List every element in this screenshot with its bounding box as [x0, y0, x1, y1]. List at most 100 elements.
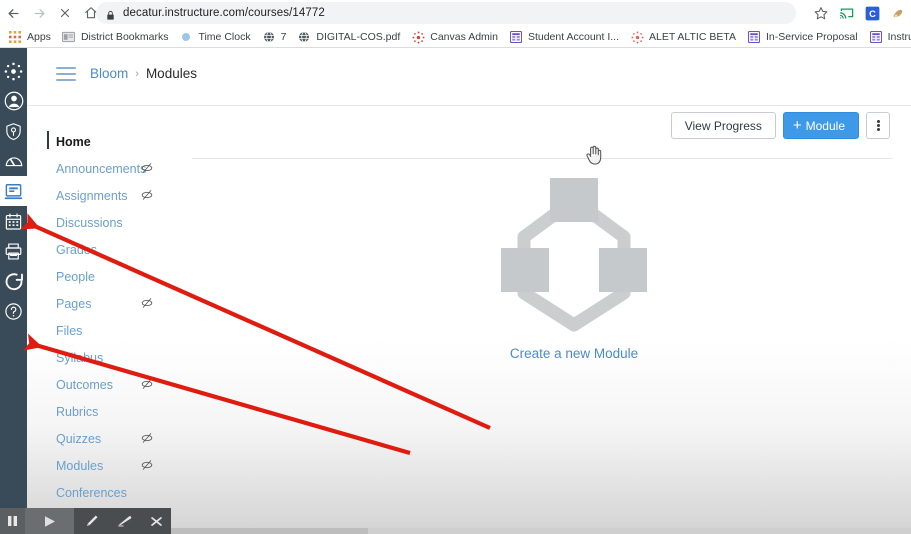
course-nav-item-people[interactable]: People [27, 263, 187, 290]
hidden-eye-slash-icon [140, 296, 154, 310]
bookmark-label: DIGITAL-COS.pdf [316, 31, 401, 43]
canvas-extension-icon[interactable]: C [864, 5, 881, 22]
course-nav-item-grades[interactable]: Grades [27, 236, 187, 263]
bookmark-in-service-proposal[interactable]: In-Service Proposal [743, 27, 865, 47]
play-button[interactable] [25, 508, 74, 534]
lock-icon [105, 8, 116, 20]
hamburger-menu-icon[interactable] [56, 67, 76, 81]
breadcrumb-separator: › [135, 67, 139, 80]
course-nav-item-rubrics[interactable]: Rubrics [27, 398, 187, 425]
create-module-empty-state[interactable]: Create a new Module [469, 175, 679, 361]
hand-pointer-cursor [585, 145, 602, 165]
course-nav-label: Announcements [56, 161, 147, 176]
svg-text:C: C [869, 8, 876, 18]
url-text: decatur.instructure.com/courses/14772 [123, 7, 325, 19]
globe-icon [297, 30, 311, 44]
course-nav-label: Home [56, 134, 91, 149]
forward-arrow-icon[interactable] [26, 0, 52, 26]
address-bar[interactable]: decatur.instructure.com/courses/14772 [96, 2, 796, 24]
bookmark-canvas-admin[interactable]: Canvas Admin [407, 27, 505, 47]
cast-icon[interactable] [838, 5, 855, 22]
hidden-eye-slash-icon [140, 188, 154, 202]
global-nav-help-question-icon[interactable] [0, 296, 27, 326]
blue-dot-icon [179, 30, 193, 44]
global-nav-inbox-icon[interactable] [0, 236, 27, 266]
apps-grid-icon [8, 30, 22, 44]
course-nav-label: People [56, 269, 95, 284]
course-nav-item-modules[interactable]: Modules [27, 452, 187, 479]
breadcrumb-current-page: Modules [145, 66, 197, 81]
add-module-button[interactable]: + Module [782, 112, 859, 139]
globe-icon [262, 30, 276, 44]
course-nav-label: Files [56, 323, 83, 338]
global-nav-calendar-icon[interactable] [0, 206, 27, 236]
bookmark-label: ALET ALTIC BETA [649, 31, 736, 43]
omnibox-right-icons: C [812, 2, 907, 24]
bookmark-label: Canvas Admin [430, 31, 498, 43]
bookmark-time-clock[interactable]: Time Clock [175, 27, 257, 47]
course-nav-label: Modules [56, 458, 104, 473]
course-nav-label: Rubrics [56, 404, 99, 419]
create-module-label[interactable]: Create a new Module [469, 346, 679, 361]
highlighter-button[interactable] [108, 508, 142, 534]
bookmark-7[interactable]: 7 [258, 27, 294, 47]
course-nav-label: Pages [56, 296, 92, 311]
bookmark-alet-altic-beta[interactable]: ALET ALTIC BETA [626, 27, 743, 47]
bookmark-apps[interactable]: Apps [4, 27, 58, 47]
bookmarks-bar: Apps District Bookmarks Time Clock 7 DIG [0, 26, 911, 48]
course-nav-item-assignments[interactable]: Assignments [27, 182, 187, 209]
bookmark-label: District Bookmarks [80, 31, 169, 43]
canvas-logo-icon [411, 30, 425, 44]
pause-button[interactable] [0, 508, 25, 534]
course-nav-item-pages[interactable]: Pages [27, 290, 187, 317]
global-nav-dashboard-gauge-icon[interactable] [0, 146, 27, 176]
module-hierarchy-icon [501, 178, 647, 332]
course-nav-label: Grades [56, 242, 97, 257]
folder-bookmark-icon [62, 30, 76, 44]
hidden-eye-slash-icon [140, 161, 154, 175]
hidden-eye-slash-icon [140, 458, 154, 472]
course-nav-item-announcements[interactable]: Announcements [27, 155, 187, 182]
sheets-icon [509, 30, 523, 44]
course-nav-item-outcomes[interactable]: Outcomes [27, 371, 187, 398]
global-nav-canvas-logo-icon[interactable] [0, 56, 27, 86]
bookmark-instructional-tech[interactable]: Instructional Tec [865, 27, 911, 47]
breadcrumb-divider [27, 105, 911, 106]
bookmark-label: Time Clock [198, 31, 251, 43]
global-nav-account-icon[interactable] [0, 86, 27, 116]
bookmark-digital-cos-pdf[interactable]: DIGITAL-COS.pdf [293, 27, 407, 47]
more-options-icon[interactable] [866, 112, 890, 139]
course-navigation: Home Announcements Assignments Discussio… [27, 108, 187, 511]
global-navigation [0, 48, 27, 511]
stop-x-icon[interactable] [52, 0, 78, 26]
sheets-icon [869, 30, 883, 44]
course-nav-item-syllabus[interactable]: Syllabus [27, 344, 187, 371]
bookmark-label: In-Service Proposal [765, 31, 858, 43]
view-progress-button[interactable]: View Progress [670, 112, 776, 139]
course-nav-label: Assignments [56, 188, 128, 203]
course-nav-label: Syllabus [56, 350, 104, 365]
course-nav-item-quizzes[interactable]: Quizzes [27, 425, 187, 452]
close-button[interactable] [142, 508, 171, 534]
breadcrumb-course-link[interactable]: Bloom [90, 66, 128, 81]
course-nav-item-files[interactable]: Files [27, 317, 187, 344]
bookmark-label: Instructional Tec [887, 31, 911, 43]
hidden-eye-slash-icon [140, 431, 154, 445]
extension-icon[interactable] [890, 5, 907, 22]
pen-button[interactable] [74, 508, 108, 534]
add-module-label: Module [805, 118, 845, 133]
course-nav-item-discussions[interactable]: Discussions [27, 209, 187, 236]
global-nav-admin-shield-icon[interactable] [0, 116, 27, 146]
back-arrow-icon[interactable] [0, 0, 26, 26]
course-nav-item-home[interactable]: Home [27, 128, 187, 155]
breadcrumb: Bloom › Modules [90, 66, 197, 81]
course-nav-item-conferences[interactable]: Conferences [27, 479, 187, 506]
global-nav-logout-icon[interactable] [0, 266, 27, 296]
module-header-actions: View Progress + Module [670, 112, 890, 139]
star-bookmark-icon[interactable] [812, 5, 829, 22]
global-nav-courses-icon[interactable] [0, 176, 27, 206]
bookmark-district-bookmarks[interactable]: District Bookmarks [58, 27, 176, 47]
bookmark-student-account[interactable]: Student Account I... [505, 27, 626, 47]
bookmark-label: Apps [27, 31, 51, 43]
sheets-icon [747, 30, 761, 44]
